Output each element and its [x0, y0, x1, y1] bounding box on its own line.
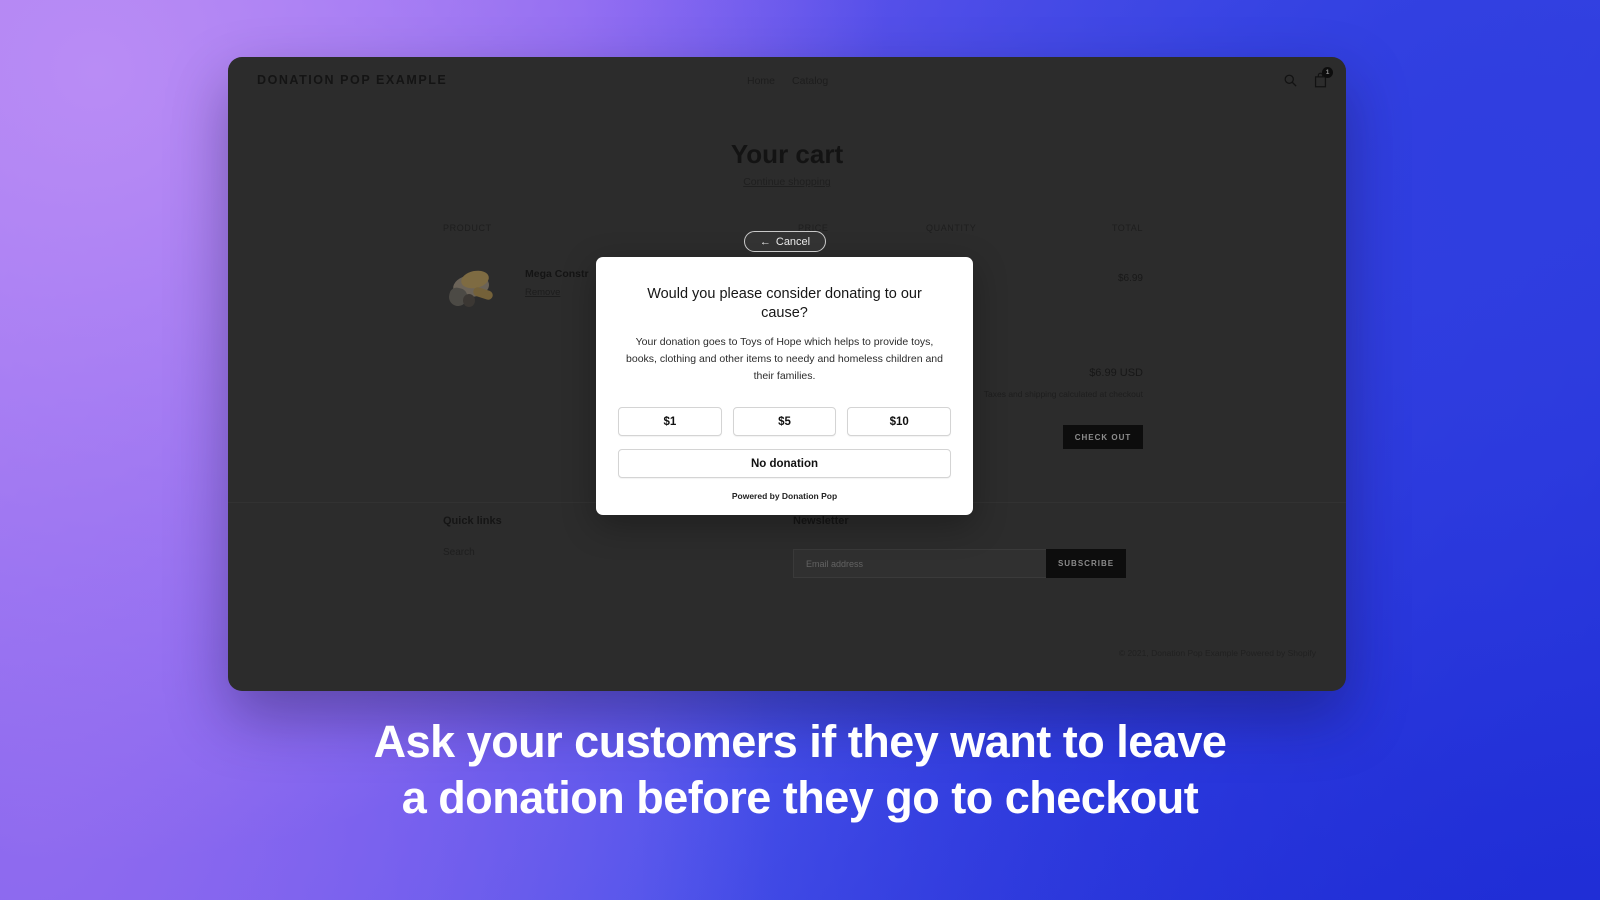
quick-links-title: Quick links	[443, 515, 502, 527]
column-header-quantity: QUANTITY	[926, 223, 977, 233]
nav-item-catalog[interactable]: Catalog	[792, 75, 828, 87]
main-navigation: Home Catalog	[747, 75, 828, 87]
donation-amount-10[interactable]: $10	[847, 407, 952, 437]
checkout-button[interactable]: CHECK OUT	[1063, 425, 1143, 449]
column-header-total: TOTAL	[1111, 223, 1143, 233]
subtotal-value: $6.99 USD	[1089, 367, 1143, 379]
modal-body-text: Your donation goes to Toys of Hope which…	[626, 336, 943, 383]
footer-link-search[interactable]: Search	[443, 547, 793, 558]
marketing-caption: Ask your customers if they want to leave…	[0, 714, 1600, 827]
site-footer: Quick links Search Newsletter Email addr…	[443, 515, 1143, 578]
modal-title: Would you please consider donating to ou…	[647, 286, 922, 322]
no-donation-button[interactable]: No donation	[618, 449, 951, 479]
caption-line-2: a donation before they go to checkout	[401, 772, 1199, 824]
subscribe-button[interactable]: SUBSCRIBE	[1046, 549, 1126, 578]
cancel-button-label: Cancel	[775, 235, 811, 248]
email-input[interactable]: Email address	[793, 549, 1046, 578]
caption-line-1: Ask your customers if they want to leave	[373, 716, 1227, 767]
store-header: DONATION POP EXAMPLE Home Catalog 1	[228, 57, 1346, 105]
store-brand[interactable]: DONATION POP EXAMPLE	[257, 73, 447, 87]
cart-count-badge: 1	[1322, 67, 1333, 78]
donation-amount-1[interactable]: $1	[618, 407, 722, 437]
header-icons: 1	[1283, 67, 1333, 88]
donation-amount-5[interactable]: $5	[732, 407, 837, 437]
search-icon[interactable]	[1283, 73, 1298, 88]
column-header-product: PRODUCT	[443, 223, 492, 233]
page-title: Your cart	[730, 139, 844, 169]
remove-item-link[interactable]: Remove	[525, 287, 560, 298]
copyright-text: © 2021, Donation Pop Example Powered by …	[1118, 648, 1316, 658]
arrow-left-icon: ←	[759, 235, 771, 248]
product-thumbnail[interactable]	[443, 261, 503, 316]
shopping-bag-icon[interactable]: 1	[1313, 67, 1333, 88]
continue-shopping-link[interactable]: Continue shopping	[228, 176, 1346, 188]
newsletter-title: Newsletter	[793, 515, 849, 527]
newsletter-form: Email address SUBSCRIBE	[793, 549, 1143, 578]
footer-newsletter: Newsletter Email address SUBSCRIBE	[793, 515, 1143, 578]
donation-modal: Would you please consider donating to ou…	[596, 257, 973, 516]
product-name[interactable]: Mega Constr	[525, 268, 589, 280]
donation-amount-group: $1 $5 $10	[618, 407, 952, 437]
powered-by-label: Powered by Donation Pop	[731, 491, 838, 502]
cancel-button[interactable]: ← Cancel	[744, 231, 826, 252]
cart-item-total: $6.99	[1117, 273, 1143, 284]
store-mockup: DONATION POP EXAMPLE Home Catalog 1 Your	[228, 57, 1346, 691]
nav-item-home[interactable]: Home	[747, 75, 775, 87]
footer-quick-links: Quick links Search	[443, 515, 793, 578]
